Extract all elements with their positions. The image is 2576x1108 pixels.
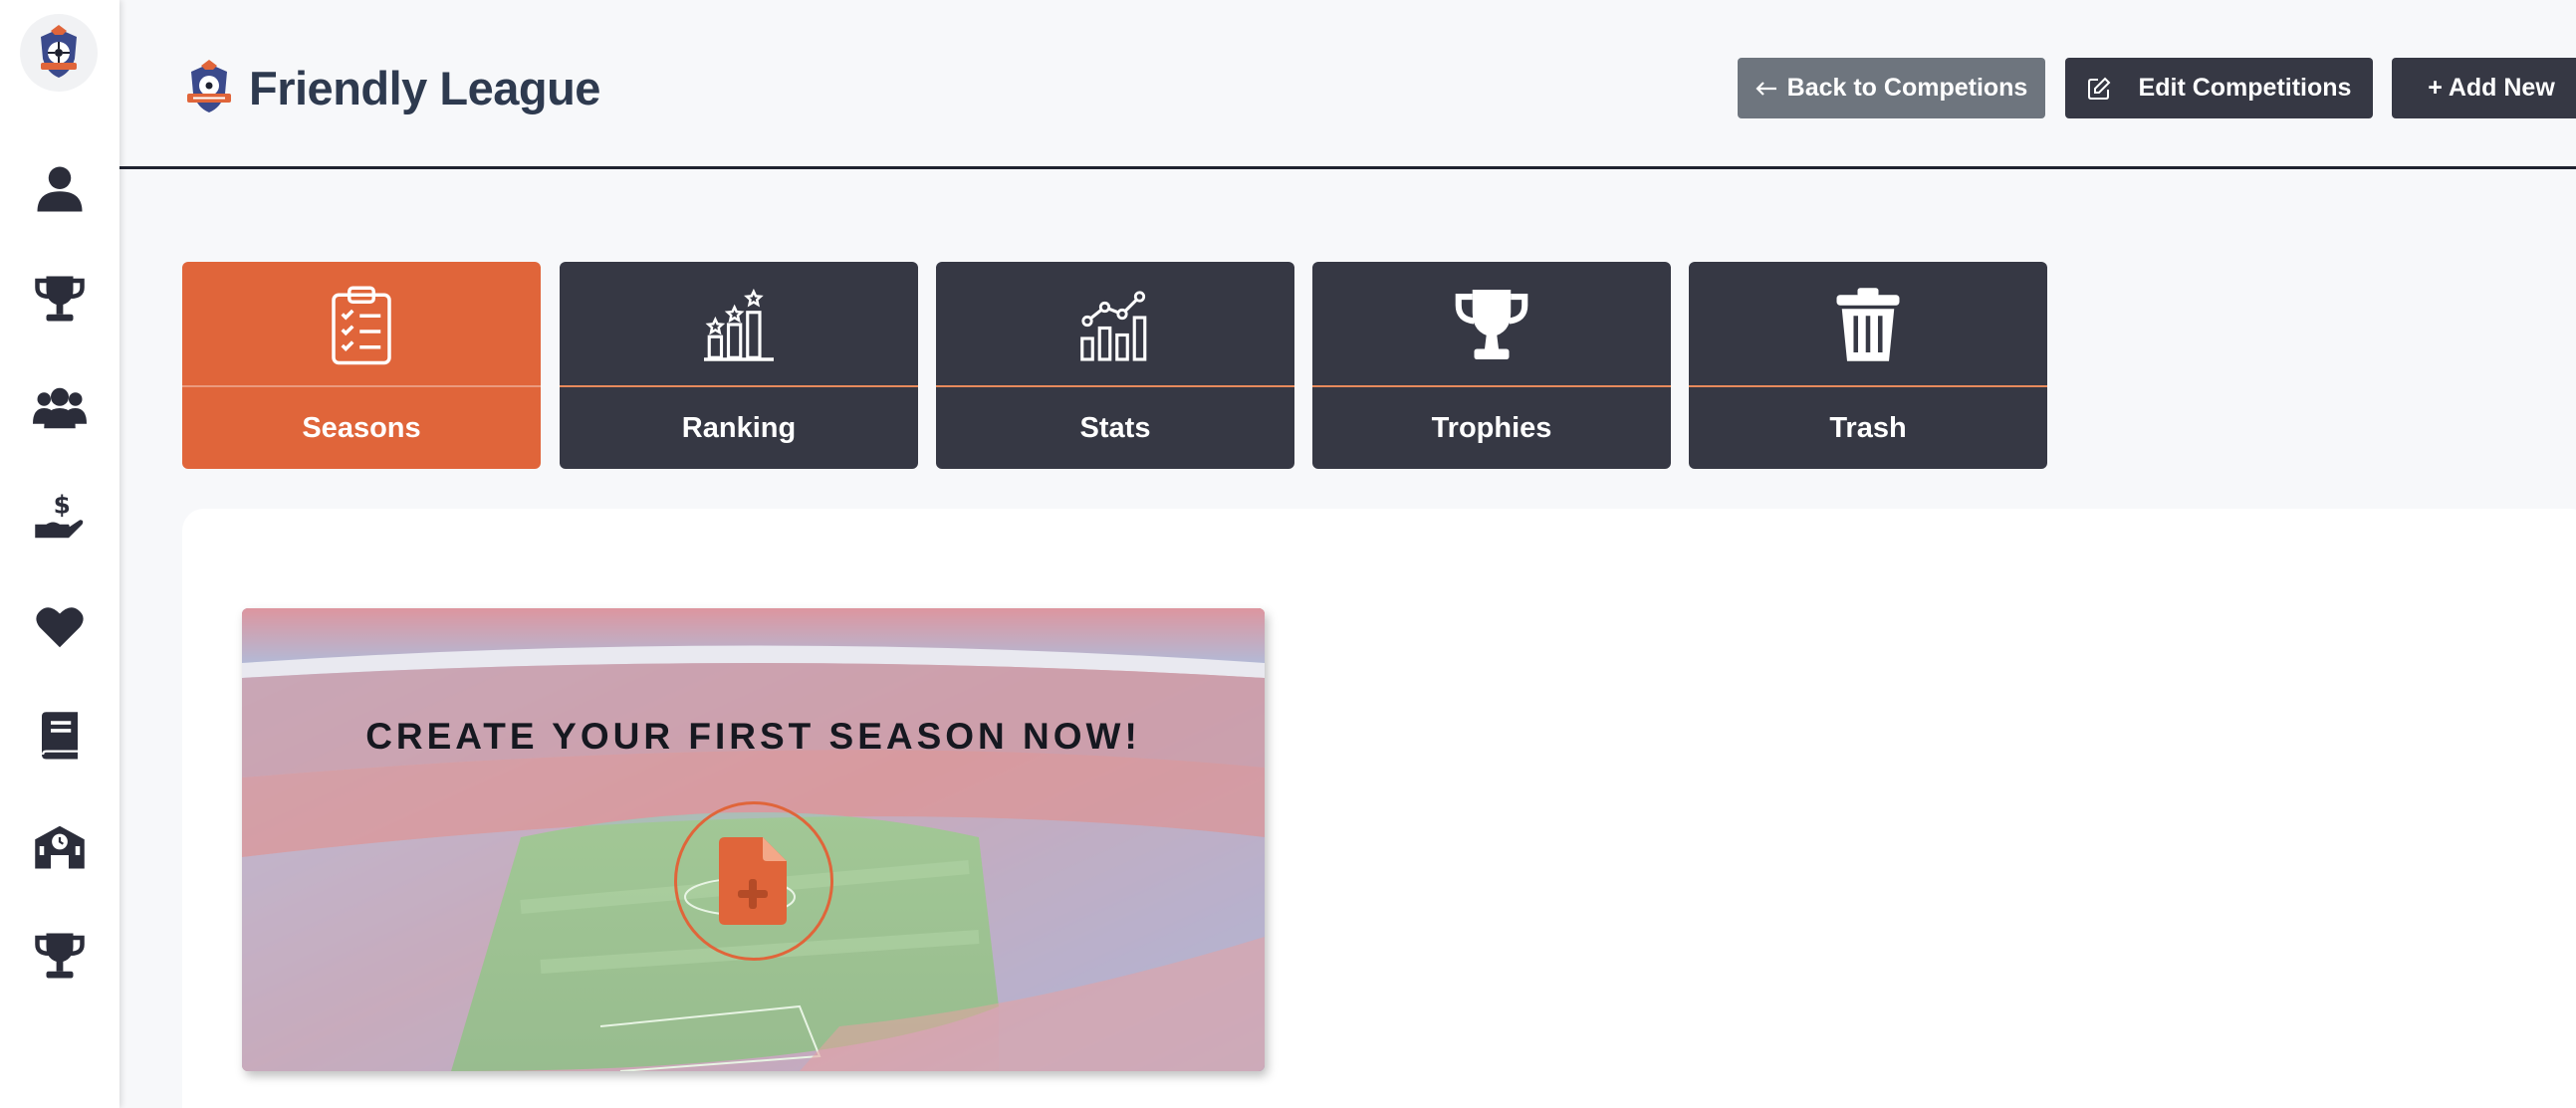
- brand: Friendly League: [179, 58, 600, 117]
- trophy-icon: [1455, 290, 1528, 359]
- tab-label: Stats: [1079, 411, 1151, 444]
- tab-seasons[interactable]: Seasons: [182, 262, 541, 469]
- create-season-button[interactable]: [674, 801, 833, 961]
- tab-label: Seasons: [302, 411, 421, 444]
- trophy-icon: [35, 276, 85, 322]
- edit-icon: [2087, 77, 2111, 101]
- file-plus-icon: [719, 837, 787, 925]
- hand-dollar-icon: $: [35, 491, 84, 539]
- tab-stats[interactable]: Stats: [936, 262, 1294, 469]
- sidebar-item-rules[interactable]: [0, 695, 119, 778]
- tab-label: Trophies: [1431, 411, 1552, 444]
- page-title: Friendly League: [249, 61, 600, 114]
- create-season-card[interactable]: CREATE YOUR FIRST SEASON NOW!: [242, 608, 1265, 1071]
- sidebar-item-favorites[interactable]: [0, 585, 119, 669]
- tab-ranking[interactable]: Ranking: [560, 262, 918, 469]
- sidebar-item-clubs[interactable]: [0, 804, 119, 888]
- svg-text:$: $: [54, 491, 71, 520]
- sidebar-item-teams[interactable]: [0, 366, 119, 450]
- trash-icon: [1836, 288, 1900, 361]
- tab-trash[interactable]: Trash: [1689, 262, 2047, 469]
- ranking-podium-icon: [704, 288, 774, 361]
- back-to-competitions-button[interactable]: Back to Competions: [1738, 58, 2045, 118]
- arrow-left-icon: [1756, 81, 1777, 97]
- empty-state-title: CREATE YOUR FIRST SEASON NOW!: [365, 716, 1141, 757]
- sidebar-item-finance[interactable]: $: [0, 476, 119, 559]
- sidebar-item-awards[interactable]: [0, 914, 119, 997]
- page-header: Friendly League Back to Competions Edit …: [119, 0, 2576, 169]
- stats-chart-icon: [1080, 291, 1147, 361]
- heart-icon: [36, 607, 84, 648]
- sidebar-item-competitions[interactable]: [0, 257, 119, 340]
- back-to-competitions-label: Back to Competions: [1786, 74, 2028, 102]
- tab-label: Ranking: [681, 411, 797, 444]
- book-icon: [42, 712, 78, 760]
- sidebar: $: [0, 0, 119, 1108]
- league-badge-icon[interactable]: [20, 14, 98, 92]
- clipboard-checklist-icon: [332, 286, 391, 365]
- add-new-button[interactable]: + Add New: [2392, 58, 2576, 118]
- edit-competitions-label: Edit Competitions: [2138, 74, 2352, 102]
- add-new-label: + Add New: [2428, 74, 2555, 102]
- school-clock-icon: [35, 825, 85, 869]
- edit-competitions-button[interactable]: Edit Competitions: [2065, 58, 2373, 118]
- tab-label: Trash: [1829, 411, 1907, 444]
- sidebar-item-players[interactable]: [0, 147, 119, 231]
- league-badge-icon: [187, 60, 231, 112]
- user-icon: [37, 166, 83, 212]
- users-icon: [33, 387, 87, 429]
- trophy-icon: [35, 933, 85, 979]
- tab-trophies[interactable]: Trophies: [1312, 262, 1671, 469]
